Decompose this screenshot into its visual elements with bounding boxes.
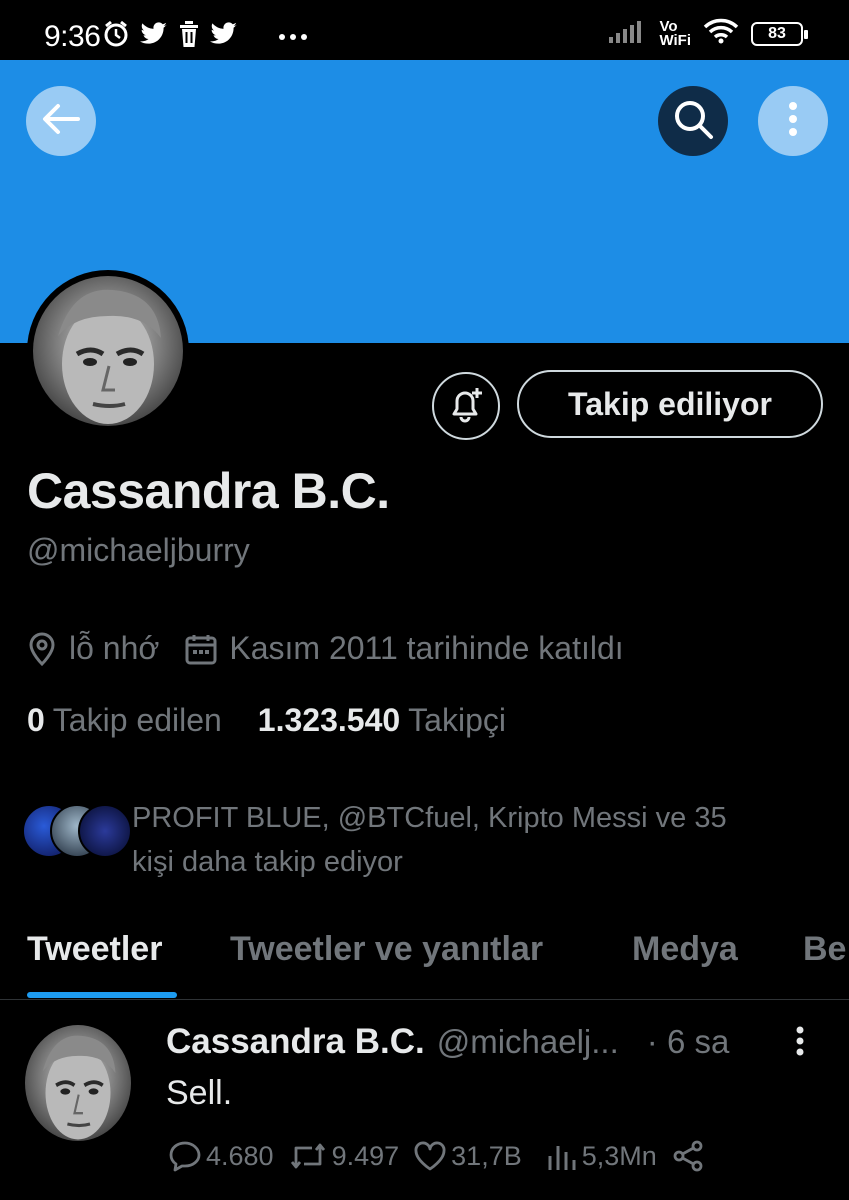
views-button[interactable]: 5,3Mn (546, 1140, 657, 1172)
twitter-icon (210, 22, 238, 51)
avatar-image (25, 1025, 131, 1141)
profile-handle: @michaeljburry (27, 532, 250, 568)
reply-button[interactable]: 4.680 (168, 1140, 274, 1172)
tweet-author-handle[interactable]: @michaelj... (437, 1023, 619, 1061)
signal-icon (609, 19, 647, 48)
followed-by[interactable]: PROFIT BLUE, @BTCfuel, Kripto Messi ve 3… (22, 796, 727, 878)
retweet-icon (290, 1143, 325, 1169)
analytics-icon (548, 1146, 576, 1170)
following-button[interactable]: Takip ediliyor (517, 370, 823, 438)
follow-stats: 0 Takip edilen 1.323.540 Takipçi (27, 702, 506, 739)
avatar-image (33, 276, 183, 426)
tweet-more-button[interactable] (795, 1026, 805, 1061)
profile-avatar[interactable] (27, 270, 189, 432)
like-count: 31,7B (451, 1140, 522, 1171)
retweet-count: 9.497 (331, 1140, 400, 1171)
profile-meta: lỗ nhớ Kasım 2011 tarihinde katıldı (27, 630, 624, 667)
profile-tabs: Tweetler Tweetler ve yanıtlar Medya Be (0, 920, 849, 1000)
location-text: lỗ nhớ (69, 630, 160, 666)
followers-stat[interactable]: 1.323.540 Takipçi (258, 702, 506, 739)
followed-by-avatars (22, 804, 132, 864)
search-icon (672, 98, 714, 145)
more-options-button[interactable] (758, 86, 828, 156)
tweet-actions: 4.680 9.497 31,7B 5,3Mn (168, 1140, 723, 1172)
notify-button[interactable] (432, 372, 500, 440)
tab-media[interactable]: Medya (632, 930, 738, 969)
display-name: Cassandra B.C. (27, 463, 390, 519)
reply-count: 4.680 (206, 1140, 274, 1171)
status-bar: 9:36 Vo WiFi 83 (0, 0, 849, 60)
tab-likes[interactable]: Be (803, 930, 846, 969)
arrow-left-icon (42, 103, 80, 140)
tab-tweets[interactable]: Tweetler (27, 930, 162, 969)
status-time: 9:36 (44, 20, 101, 53)
tab-tweets-replies[interactable]: Tweetler ve yanıtlar (230, 930, 543, 969)
calendar-icon (185, 633, 217, 665)
location-icon (27, 632, 57, 666)
tweet-author-name[interactable]: Cassandra B.C. (166, 1022, 425, 1062)
twitter-icon (140, 22, 168, 51)
tweet-time[interactable]: · 6 sa (647, 1023, 730, 1061)
back-button[interactable] (26, 86, 96, 156)
joined-date: Kasım 2011 tarihinde katıldı (229, 630, 624, 666)
trash-icon (178, 21, 200, 52)
vowifi-label: Vo WiFi (659, 17, 691, 49)
wifi-icon (703, 18, 739, 49)
like-button[interactable]: 31,7B (413, 1140, 522, 1172)
tweet-header: Cassandra B.C. @michaelj... · 6 sa (166, 1022, 786, 1062)
follower-avatar (78, 804, 132, 858)
more-vertical-icon (788, 101, 798, 142)
more-vertical-icon (795, 1026, 805, 1060)
tweet-text: Sell. (166, 1074, 233, 1112)
share-icon (673, 1140, 703, 1172)
share-button[interactable] (671, 1140, 709, 1172)
following-stat[interactable]: 0 Takip edilen (27, 702, 222, 739)
active-tab-indicator (27, 992, 177, 998)
search-button[interactable] (658, 86, 728, 156)
alarm-icon (102, 20, 130, 53)
battery-icon: 83 (751, 21, 808, 46)
views-count: 5,3Mn (581, 1140, 657, 1171)
heart-icon (414, 1141, 446, 1171)
reply-icon (169, 1141, 201, 1172)
followed-by-text: PROFIT BLUE, @BTCfuel, Kripto Messi ve 3… (132, 802, 727, 878)
bell-plus-icon (446, 384, 486, 429)
tweet-avatar[interactable] (25, 1025, 131, 1141)
more-dots-icon (278, 28, 308, 46)
retweet-button[interactable]: 9.497 (288, 1140, 400, 1172)
